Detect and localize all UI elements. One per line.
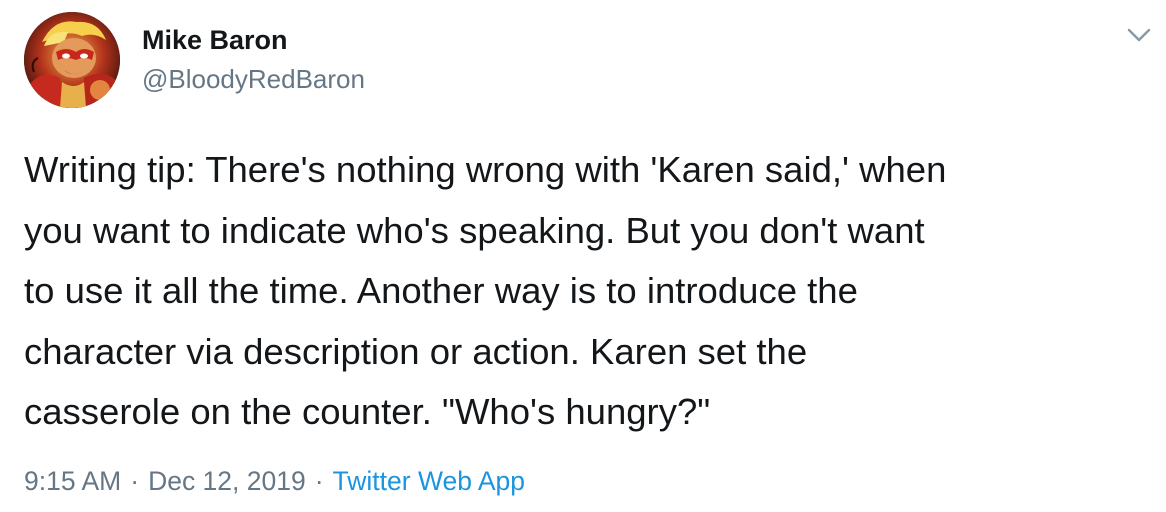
tweet-time[interactable]: 9:15 AM bbox=[24, 466, 121, 496]
meta-separator: · bbox=[314, 466, 324, 496]
tweet-meta: 9:15 AM · Dec 12, 2019 · Twitter Web App bbox=[24, 466, 525, 497]
meta-separator: · bbox=[130, 466, 140, 496]
tweet-card: Mike Baron @BloodyRedBaron Writing tip: … bbox=[0, 0, 1166, 512]
tweet-source-link[interactable]: Twitter Web App bbox=[333, 466, 525, 496]
author-avatar[interactable] bbox=[24, 12, 120, 108]
author-handle[interactable]: @BloodyRedBaron bbox=[142, 64, 365, 95]
tweet-text: Writing tip: There's nothing wrong with … bbox=[24, 149, 947, 432]
chevron-down-icon[interactable] bbox=[1126, 24, 1152, 46]
tweet-date[interactable]: Dec 12, 2019 bbox=[148, 466, 306, 496]
author-display-name[interactable]: Mike Baron bbox=[142, 25, 288, 56]
avatar-image-icon bbox=[24, 12, 120, 108]
